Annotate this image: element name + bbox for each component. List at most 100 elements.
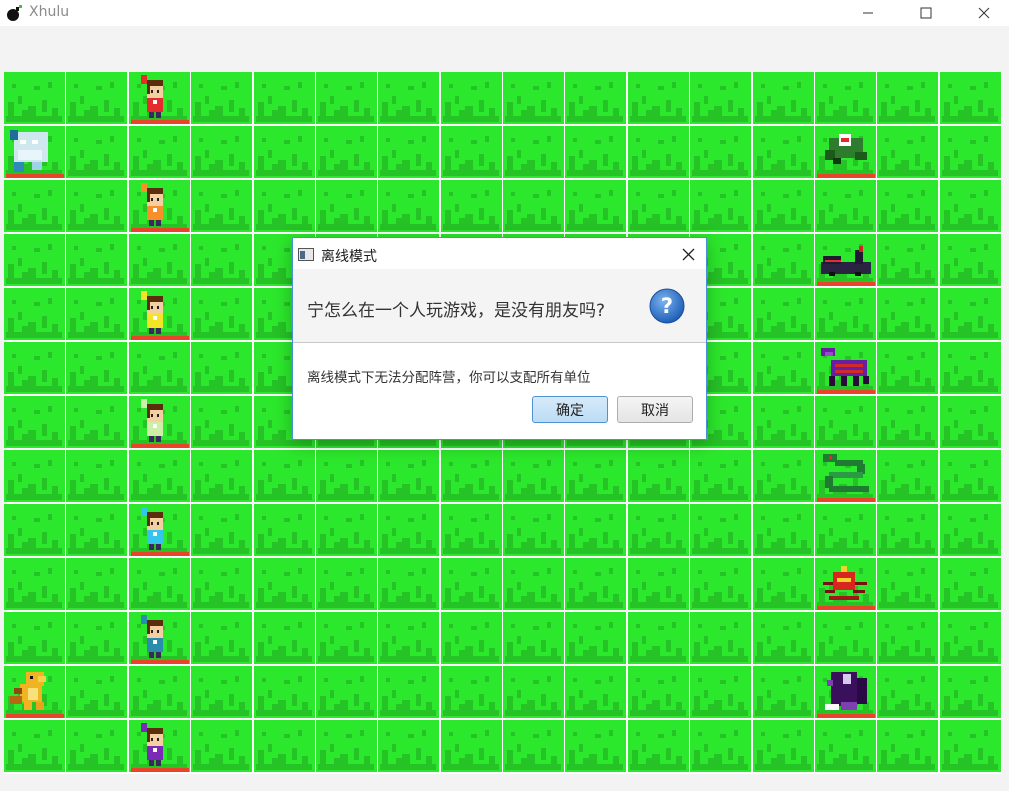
- board-tile[interactable]: [877, 396, 939, 448]
- board-tile[interactable]: [253, 612, 315, 664]
- board-tile[interactable]: [191, 720, 253, 772]
- board-tile[interactable]: [939, 126, 1001, 178]
- board-tile[interactable]: [4, 504, 65, 556]
- board-tile[interactable]: [627, 612, 689, 664]
- frog-monster-icon[interactable]: [815, 126, 877, 180]
- board-tile[interactable]: [191, 666, 253, 718]
- board-tile[interactable]: [877, 126, 939, 178]
- board-tile[interactable]: [315, 558, 377, 610]
- board-tile[interactable]: [752, 504, 814, 556]
- board-tile[interactable]: [128, 666, 190, 718]
- board-tile[interactable]: [253, 72, 315, 124]
- board-tile[interactable]: [315, 612, 377, 664]
- board-tile[interactable]: [690, 666, 752, 718]
- board-tile[interactable]: [565, 450, 627, 502]
- hero-orange-icon[interactable]: [129, 180, 191, 234]
- board-tile[interactable]: [315, 72, 377, 124]
- board-tile[interactable]: [378, 504, 440, 556]
- board-tile[interactable]: [752, 72, 814, 124]
- board-tile[interactable]: [440, 450, 502, 502]
- board-tile[interactable]: [752, 126, 814, 178]
- board-tile[interactable]: [4, 396, 65, 448]
- board-tile[interactable]: [4, 288, 65, 340]
- board-tile[interactable]: [939, 396, 1001, 448]
- board-tile[interactable]: [877, 288, 939, 340]
- board-tile[interactable]: [66, 234, 128, 286]
- board-tile[interactable]: [440, 612, 502, 664]
- board-tile[interactable]: [66, 720, 128, 772]
- board-tile[interactable]: [66, 72, 128, 124]
- board-tile[interactable]: [814, 72, 876, 124]
- board-tile[interactable]: [503, 450, 564, 502]
- board-tile[interactable]: [814, 720, 876, 772]
- board-tile[interactable]: [440, 558, 502, 610]
- hero-yellow-icon[interactable]: [129, 288, 191, 342]
- board-tile[interactable]: [752, 558, 814, 610]
- board-tile[interactable]: [939, 720, 1001, 772]
- board-tile[interactable]: [627, 72, 689, 124]
- board-tile[interactable]: [191, 396, 253, 448]
- board-tile[interactable]: [503, 720, 564, 772]
- board-tile[interactable]: [253, 504, 315, 556]
- hero-red-icon[interactable]: [129, 72, 191, 126]
- board-tile[interactable]: [191, 288, 253, 340]
- board-tile[interactable]: [939, 558, 1001, 610]
- board-tile[interactable]: [128, 558, 190, 610]
- board-tile[interactable]: [939, 234, 1001, 286]
- board-tile[interactable]: [877, 234, 939, 286]
- board-tile[interactable]: [939, 504, 1001, 556]
- board-tile[interactable]: [503, 504, 564, 556]
- board-tile[interactable]: [191, 342, 253, 394]
- board-tile[interactable]: [752, 288, 814, 340]
- board-tile[interactable]: [752, 234, 814, 286]
- board-tile[interactable]: [191, 180, 253, 232]
- board-tile[interactable]: [66, 612, 128, 664]
- board-tile[interactable]: [191, 126, 253, 178]
- board-tile[interactable]: [440, 720, 502, 772]
- board-tile[interactable]: [939, 288, 1001, 340]
- board-tile[interactable]: [627, 666, 689, 718]
- ice-golem-icon[interactable]: [4, 126, 66, 180]
- board-tile[interactable]: [565, 180, 627, 232]
- minimize-button[interactable]: [845, 0, 891, 26]
- board-tile[interactable]: [627, 126, 689, 178]
- board-tile[interactable]: [440, 72, 502, 124]
- board-tile[interactable]: [752, 720, 814, 772]
- board-tile[interactable]: [877, 450, 939, 502]
- board-tile[interactable]: [191, 72, 253, 124]
- board-tile[interactable]: [253, 666, 315, 718]
- board-tile[interactable]: [503, 72, 564, 124]
- board-tile[interactable]: [565, 612, 627, 664]
- board-tile[interactable]: [877, 666, 939, 718]
- board-tile[interactable]: [565, 72, 627, 124]
- board-tile[interactable]: [4, 180, 65, 232]
- board-tile[interactable]: [66, 504, 128, 556]
- dialog-close-button[interactable]: [676, 242, 700, 266]
- board-tile[interactable]: [253, 720, 315, 772]
- board-tile[interactable]: [690, 126, 752, 178]
- board-tile[interactable]: [877, 504, 939, 556]
- giant-rat-icon[interactable]: [815, 666, 877, 720]
- board-tile[interactable]: [440, 180, 502, 232]
- hero-purple-icon[interactable]: [129, 720, 191, 774]
- board-tile[interactable]: [814, 288, 876, 340]
- serpent-icon[interactable]: [815, 450, 877, 504]
- board-tile[interactable]: [315, 180, 377, 232]
- board-tile[interactable]: [128, 450, 190, 502]
- board-tile[interactable]: [378, 450, 440, 502]
- board-tile[interactable]: [939, 612, 1001, 664]
- board-tile[interactable]: [440, 666, 502, 718]
- board-tile[interactable]: [877, 720, 939, 772]
- board-tile[interactable]: [503, 666, 564, 718]
- board-tile[interactable]: [877, 612, 939, 664]
- board-tile[interactable]: [378, 180, 440, 232]
- board-tile[interactable]: [752, 180, 814, 232]
- board-tile[interactable]: [752, 666, 814, 718]
- board-tile[interactable]: [814, 396, 876, 448]
- board-tile[interactable]: [128, 342, 190, 394]
- board-tile[interactable]: [66, 180, 128, 232]
- board-tile[interactable]: [66, 450, 128, 502]
- board-tile[interactable]: [565, 558, 627, 610]
- board-tile[interactable]: [939, 342, 1001, 394]
- board-tile[interactable]: [378, 558, 440, 610]
